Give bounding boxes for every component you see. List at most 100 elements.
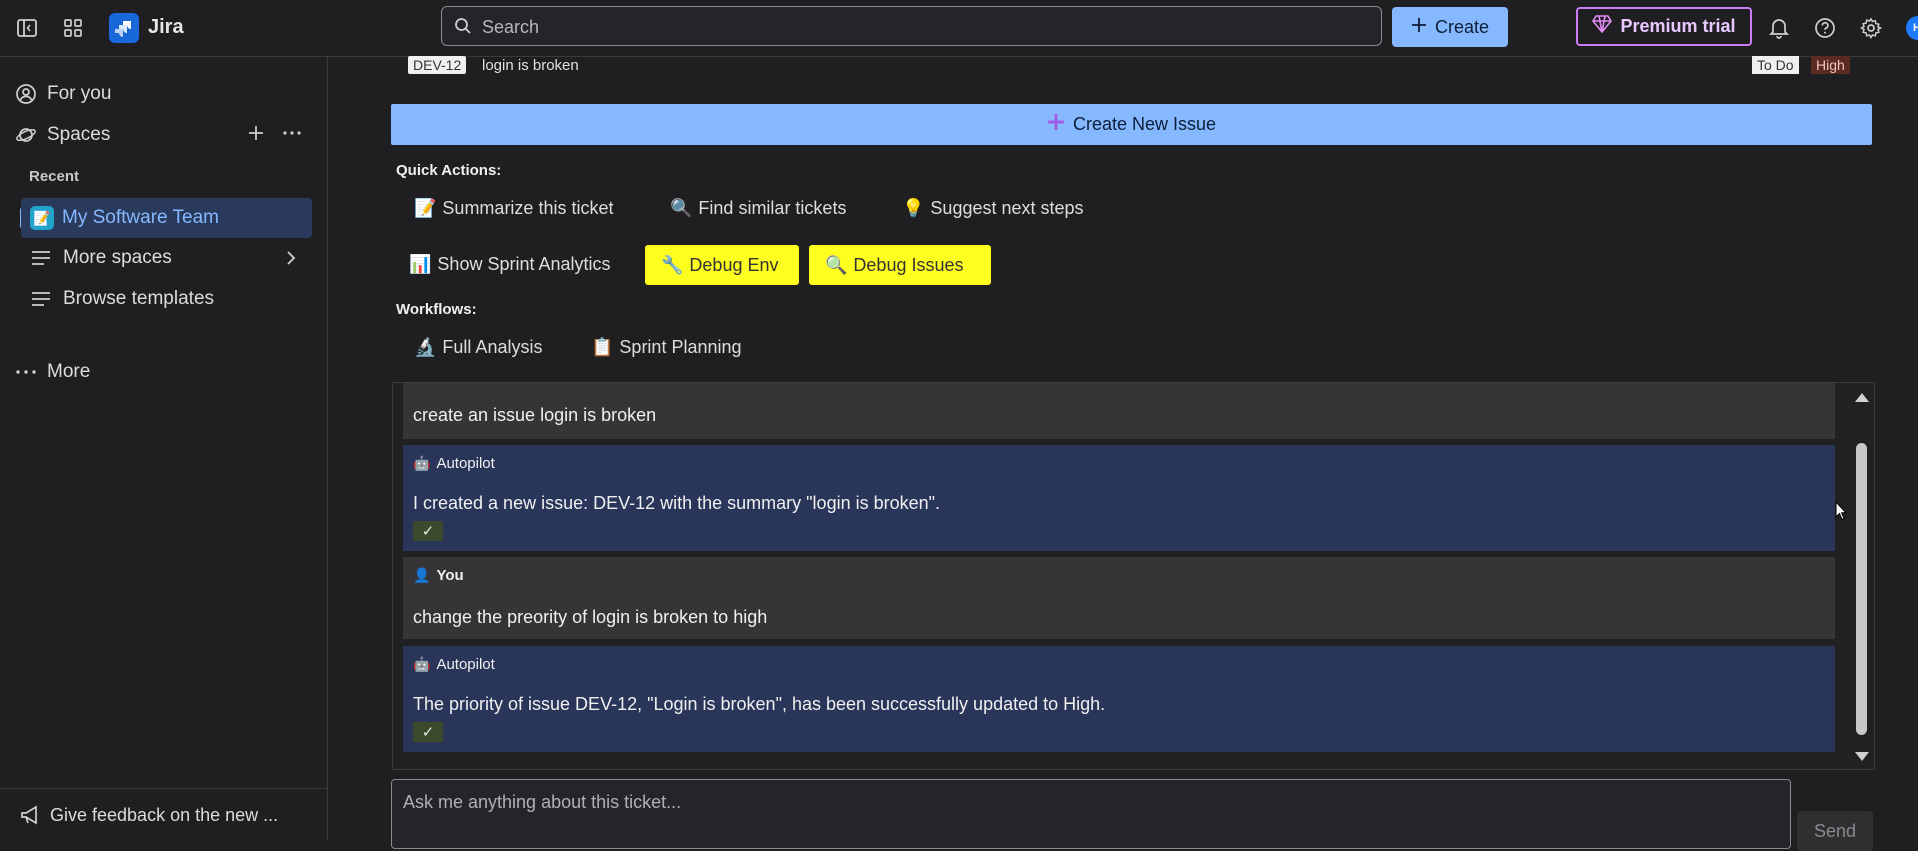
person-icon: 👤 (413, 567, 431, 583)
success-check-icon: ✓ (413, 722, 443, 742)
wrench-icon: 🔧 (661, 254, 684, 275)
avatar[interactable]: H (1906, 16, 1918, 40)
app-name[interactable]: Jira (148, 16, 184, 39)
search-box[interactable] (441, 6, 1382, 47)
debug-env-button[interactable]: 🔧 Debug Env (645, 245, 799, 285)
send-button[interactable]: Send (1797, 811, 1873, 851)
planet-icon (15, 124, 37, 146)
sidebar-toggle-icon[interactable] (13, 14, 41, 42)
chat-input-box[interactable] (391, 779, 1791, 849)
list-icon (30, 247, 52, 269)
scroll-down-arrow-icon[interactable] (1853, 748, 1871, 769)
bar-chart-icon: 📊 (409, 253, 432, 274)
success-check-icon: ✓ (413, 521, 443, 541)
more-dots-icon (15, 361, 37, 383)
quick-actions-heading: Quick Actions: (396, 162, 502, 179)
create-button-label: Create (1434, 16, 1490, 37)
button-label: Show Sprint Analytics (437, 253, 611, 274)
top-navigation-bar: Jira Create Premium trial H (0, 0, 1918, 57)
message-text: create an issue login is broken (413, 405, 657, 425)
mouse-cursor-icon (1835, 500, 1848, 526)
robot-icon: 🤖 (413, 656, 431, 672)
feedback-label: Give feedback on the new ... (50, 805, 279, 825)
chat-input[interactable] (401, 790, 1775, 834)
chat-scrollbar-thumb[interactable] (1856, 443, 1867, 735)
sidebar-item-label: My Software Team (62, 207, 219, 228)
robot-icon: 🤖 (413, 455, 431, 471)
sprint-planning-button[interactable]: 📋 Sprint Planning (591, 328, 742, 366)
magnifier-icon: 🔍 (825, 254, 848, 275)
button-label: Find similar tickets (698, 197, 847, 218)
chat-message-bot: 🤖 Autopilot I created a new issue: DEV-1… (403, 445, 1835, 551)
button-label: Debug Issues (853, 254, 964, 275)
sparkle-plus-icon (1047, 113, 1065, 136)
plus-icon (1411, 17, 1427, 38)
button-label: Suggest next steps (930, 197, 1084, 218)
chat-panel[interactable]: create an issue login is broken 🤖 Autopi… (392, 382, 1875, 770)
issue-summary: login is broken (482, 57, 579, 74)
app-switcher-icon[interactable] (59, 14, 87, 42)
user-circle-icon (15, 83, 37, 105)
message-text: The priority of issue DEV-12, "Login is … (413, 694, 1106, 714)
chevron-right-icon (285, 249, 297, 272)
memo-icon: 📝 (414, 197, 437, 218)
message-text: I created a new issue: DEV-12 with the s… (413, 493, 941, 513)
status-badge: To Do (1752, 56, 1799, 74)
diamond-icon (1592, 15, 1613, 38)
add-space-icon[interactable] (247, 124, 265, 147)
sidebar-item-label: More (47, 361, 91, 382)
sidebar-item-my-software-team[interactable]: 📝 My Software Team (21, 198, 312, 238)
workflows-heading: Workflows: (396, 301, 477, 318)
more-options-icon[interactable] (282, 124, 302, 147)
debug-issues-button[interactable]: 🔍 Debug Issues (809, 245, 991, 285)
help-icon[interactable] (1811, 14, 1839, 42)
message-author: 👤 You (413, 567, 464, 584)
sidebar-item-label: More spaces (63, 247, 172, 268)
create-button[interactable]: Create (1392, 7, 1508, 47)
sidebar-item-spaces[interactable]: Spaces (0, 118, 310, 152)
lightbulb-icon: 💡 (902, 197, 925, 218)
recent-heading: Recent (29, 168, 80, 185)
sidebar-item-label: Spaces (47, 124, 111, 145)
priority-badge: High (1811, 56, 1850, 74)
message-author: 🤖 Autopilot (413, 656, 495, 673)
show-sprint-analytics-button[interactable]: 📊 Show Sprint Analytics (409, 245, 611, 283)
create-new-issue-button[interactable]: Create New Issue (391, 104, 1872, 145)
author-name: You (436, 567, 464, 584)
chat-message-user: 👤 You change the preority of login is br… (403, 557, 1835, 639)
button-label: Summarize this ticket (442, 197, 614, 218)
sidebar-item-more-spaces[interactable]: More spaces (0, 241, 310, 275)
full-analysis-button[interactable]: 🔬 Full Analysis (414, 328, 542, 366)
feedback-link[interactable]: Give feedback on the new ... (0, 788, 327, 842)
sidebar-item-label: Browse templates (63, 288, 215, 309)
magnifier-icon: 🔍 (670, 197, 693, 218)
suggest-next-steps-button[interactable]: 💡 Suggest next steps (902, 189, 1084, 227)
author-name: Autopilot (436, 455, 495, 472)
issue-key[interactable]: DEV-12 (408, 56, 467, 74)
sidebar: For you Spaces Recent 📝 My Software Team… (0, 57, 328, 841)
chat-message-bot: 🤖 Autopilot The priority of issue DEV-12… (403, 646, 1835, 752)
premium-trial-button[interactable]: Premium trial (1576, 7, 1752, 46)
jira-logo-icon[interactable] (109, 13, 139, 43)
button-label: Full Analysis (442, 336, 543, 357)
megaphone-icon (20, 805, 42, 830)
gear-icon[interactable] (1857, 14, 1885, 42)
project-icon: 📝 (30, 206, 54, 230)
button-label: Sprint Planning (619, 336, 742, 357)
microscope-icon: 🔬 (414, 336, 437, 357)
issue-row[interactable]: DEV-12 login is broken To Do High (408, 56, 1854, 78)
clipboard-icon: 📋 (591, 336, 614, 357)
summarize-ticket-button[interactable]: 📝 Summarize this ticket (414, 189, 613, 227)
list-icon (30, 288, 52, 310)
sidebar-item-label: For you (47, 83, 112, 104)
scroll-up-arrow-icon[interactable] (1853, 388, 1871, 409)
create-new-issue-label: Create New Issue (1072, 114, 1217, 134)
chat-message-user: create an issue login is broken (403, 383, 1835, 439)
message-text: change the preority of login is broken t… (413, 607, 768, 627)
search-input[interactable] (480, 7, 1364, 47)
find-similar-tickets-button[interactable]: 🔍 Find similar tickets (670, 189, 846, 227)
premium-trial-label: Premium trial (1620, 16, 1736, 36)
bell-icon[interactable] (1765, 14, 1793, 42)
button-label: Debug Env (689, 254, 779, 275)
message-author: 🤖 Autopilot (413, 455, 495, 472)
